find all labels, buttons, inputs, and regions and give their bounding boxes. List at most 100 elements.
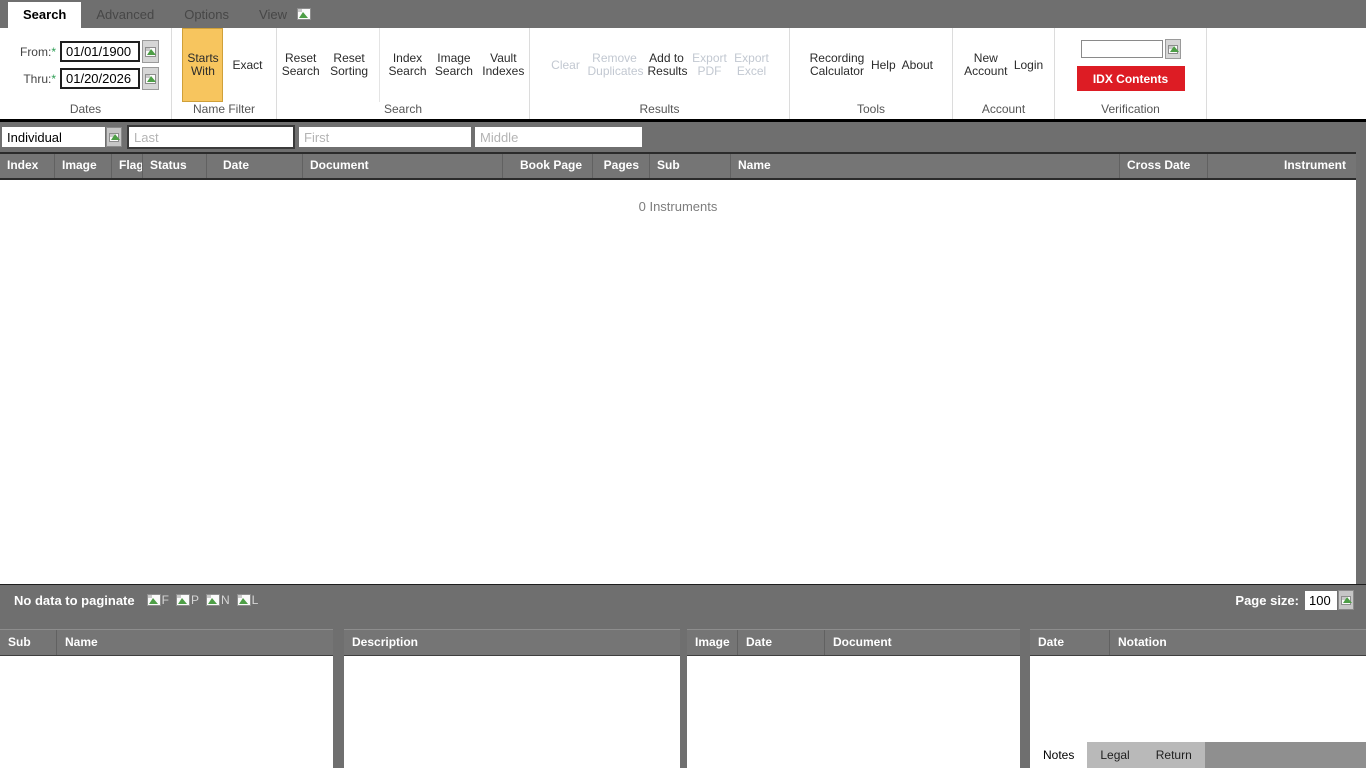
calendar-icon [145,47,156,57]
broken-image-icon [297,8,311,20]
reset-sorting-button[interactable]: Reset Sorting [324,50,373,80]
group-label-tools: Tools [790,102,952,119]
column-header-status[interactable]: Status [143,154,207,178]
verification-lookup-button[interactable] [1165,39,1181,59]
names-panel: Sub Name [0,629,333,768]
related-column-image[interactable]: Image [687,630,738,655]
notations-column-notation[interactable]: Notation [1110,630,1366,655]
export-excel-button: Export Excel [731,50,773,80]
ribbon-group-account: New Account Login Account [953,28,1055,119]
calendar-icon [145,74,156,84]
group-label-results: Results [530,102,789,119]
last-page-button[interactable]: L [237,593,259,607]
dropdown-icon [109,133,119,142]
notations-tab-strip: Notes Legal Return [1030,742,1366,768]
pagination-status: No data to paginate [14,593,135,608]
grid-right-edge [1356,152,1366,584]
related-column-date[interactable]: Date [738,630,825,655]
thru-date-calendar-button[interactable] [142,67,159,90]
export-pdf-button: Export PDF [689,50,731,80]
name-type-input[interactable] [2,127,105,147]
notations-panel-body [1030,656,1366,742]
exact-button[interactable]: Exact [229,57,265,74]
tab-return[interactable]: Return [1143,742,1205,768]
ribbon-divider [379,28,380,102]
ribbon-tab-bar: Search Advanced Options View [0,0,1366,28]
reset-search-button[interactable]: Reset Search [277,50,324,80]
starts-with-button[interactable]: Starts With [182,28,223,102]
tab-notes[interactable]: Notes [1030,742,1087,768]
names-column-name[interactable]: Name [57,630,333,655]
tab-view[interactable]: View [244,2,302,28]
last-name-input[interactable] [127,125,295,149]
middle-name-input[interactable] [475,127,642,147]
column-header-image[interactable]: Image [55,154,112,178]
pagination-bar: No data to paginate F P N L Page size: [0,584,1366,615]
column-header-instrument[interactable]: Instrument [1208,154,1356,178]
group-label-account: Account [953,102,1054,119]
help-button[interactable]: Help [868,57,899,74]
new-account-button[interactable]: New Account [961,50,1011,80]
first-page-icon [147,594,161,606]
column-header-index[interactable]: Index [0,154,55,178]
name-type-dropdown-button[interactable] [106,127,122,147]
page-size-dropdown-button[interactable] [1338,590,1354,610]
tab-legal[interactable]: Legal [1087,742,1142,768]
column-header-cross-date[interactable]: Cross Date [1120,154,1208,178]
prev-page-button[interactable]: P [176,593,199,607]
notations-panel: Date Notation Notes Legal Return [1030,629,1366,768]
required-asterisk: * [51,72,56,86]
recording-calculator-button[interactable]: Recording Calculator [806,50,868,80]
login-button[interactable]: Login [1011,57,1046,74]
tab-search[interactable]: Search [8,2,81,28]
group-label-dates: Dates [0,102,171,119]
vault-indexes-button[interactable]: Vault Indexes [478,50,529,80]
column-header-book-page[interactable]: Book Page [503,154,593,178]
page-size-input[interactable] [1305,591,1337,610]
prev-page-icon [176,594,190,606]
column-header-name[interactable]: Name [731,154,1120,178]
required-asterisk: * [51,45,56,59]
names-column-sub[interactable]: Sub [0,630,57,655]
column-header-pages[interactable]: Pages [593,154,650,178]
index-search-button[interactable]: Index Search [385,50,430,80]
next-page-icon [206,594,220,606]
from-date-input[interactable] [60,41,140,62]
empty-results-message: 0 Instruments [0,180,1356,214]
first-page-button[interactable]: F [147,593,169,607]
related-column-document[interactable]: Document [825,630,1020,655]
add-to-results-button[interactable]: Add to Results [645,50,689,80]
thru-date-label: Thru:* [12,72,56,86]
from-date-calendar-button[interactable] [142,40,159,63]
ribbon-group-name-filter: Starts With Exact Name Filter [172,28,277,119]
column-header-date[interactable]: Date [207,154,303,178]
ribbon: From:* Thru:* Dates Starts With Exact Na… [0,28,1366,122]
page-size-label: Page size: [1235,593,1299,608]
description-panel-body [344,656,680,768]
tab-advanced[interactable]: Advanced [81,2,169,28]
image-search-button[interactable]: Image Search [430,50,477,80]
verification-code-input[interactable] [1081,40,1163,58]
idx-contents-button[interactable]: IDX Contents [1077,66,1185,91]
column-header-flag[interactable]: Flag [112,154,143,178]
name-search-row [0,122,1366,152]
ribbon-group-verification: IDX Contents Verification [1055,28,1207,119]
description-column[interactable]: Description [344,630,680,655]
column-header-document[interactable]: Document [303,154,503,178]
pagination-buttons: F P N L [147,593,259,607]
from-date-label: From:* [12,45,56,59]
next-page-button[interactable]: N [206,593,230,607]
ribbon-group-results: Clear Remove Duplicates Add to Results E… [530,28,790,119]
first-name-input[interactable] [299,127,471,147]
ribbon-group-tools: Recording Calculator Help About Tools [790,28,953,119]
tab-options[interactable]: Options [169,2,244,28]
remove-duplicates-button: Remove Duplicates [585,50,645,80]
clear-button: Clear [547,57,585,74]
thru-date-input[interactable] [60,68,140,89]
column-header-sub[interactable]: Sub [650,154,731,178]
related-documents-panel-body [687,656,1020,768]
detail-panels-area: Sub Name Description Image Date Document… [0,615,1366,768]
about-button[interactable]: About [899,57,936,74]
lookup-icon [1168,45,1178,54]
notations-column-date[interactable]: Date [1030,630,1110,655]
